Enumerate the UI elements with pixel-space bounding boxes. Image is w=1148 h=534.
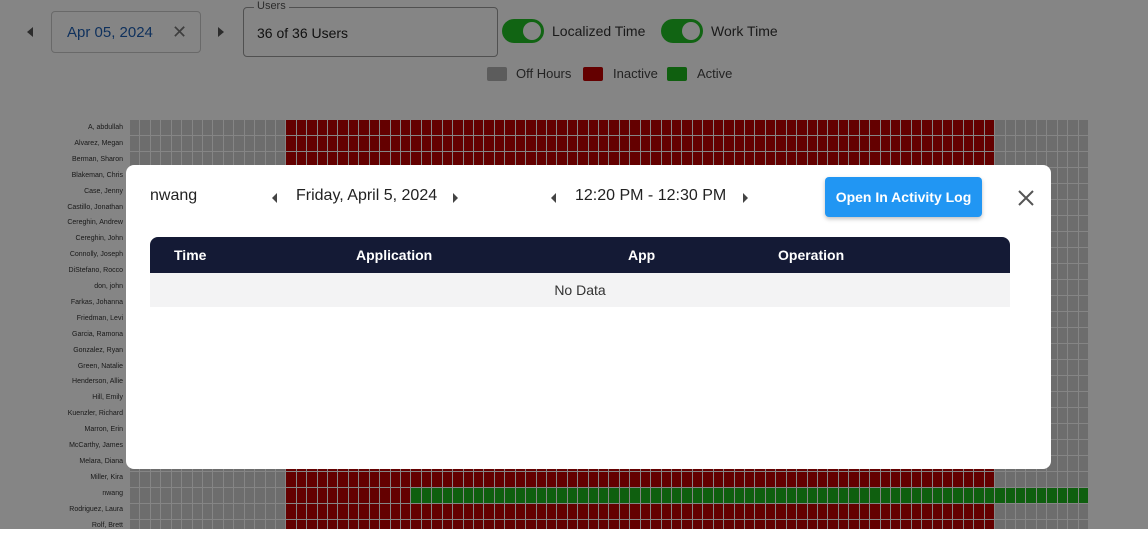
column-header-time[interactable]: Time <box>174 247 206 263</box>
modal-time-range: 12:20 PM - 12:30 PM <box>575 187 727 204</box>
open-in-activity-log-button[interactable]: Open In Activity Log <box>825 177 982 217</box>
next-time-arrow-icon[interactable] <box>743 193 748 203</box>
column-header-application[interactable]: Application <box>356 247 432 263</box>
modal-user-name: nwang <box>150 187 198 204</box>
modal-date: Friday, April 5, 2024 <box>296 187 438 204</box>
table-header: Time Application App Operation <box>150 237 1010 273</box>
prev-time-arrow-icon[interactable] <box>551 193 556 203</box>
column-header-app[interactable]: App <box>628 247 655 263</box>
empty-state-message: No Data <box>150 273 1010 307</box>
prev-date-arrow-icon[interactable] <box>272 193 277 203</box>
column-header-operation[interactable]: Operation <box>778 247 844 263</box>
activity-detail-modal: nwang Friday, April 5, 2024 12:20 PM - 1… <box>126 165 1051 469</box>
next-date-arrow-icon[interactable] <box>453 193 458 203</box>
close-icon[interactable] <box>1015 187 1037 209</box>
activity-table: Time Application App Operation No Data <box>150 237 1010 307</box>
